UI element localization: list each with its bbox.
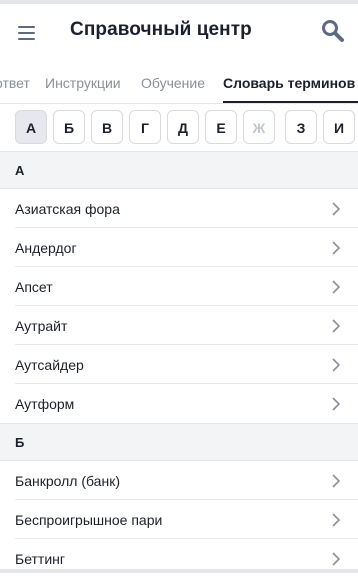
term-row[interactable]: Аутрайт [0, 306, 358, 345]
page-title: Справочный центр [70, 19, 252, 40]
term-label: Беспроигрышное пари [15, 512, 163, 528]
section-letter: Б [15, 435, 25, 450]
section-header-a: А [0, 151, 358, 189]
hamburger-menu-icon[interactable] [17, 22, 37, 44]
term-label: Апсет [15, 279, 53, 295]
term-label: Аутрайт [15, 318, 68, 334]
section-header-b: Б [0, 423, 358, 461]
term-row[interactable]: Беспроигрышное пари [0, 500, 358, 539]
chevron-right-icon [332, 241, 341, 255]
chevron-right-icon [332, 552, 341, 566]
chevron-right-icon [332, 319, 341, 333]
chevron-right-icon [332, 202, 341, 216]
letter-button-v[interactable]: В [91, 110, 123, 144]
tab-learning[interactable]: Обучение [141, 75, 205, 91]
letter-button-z[interactable]: З [285, 110, 317, 144]
term-row[interactable]: Аутсайдер [0, 345, 358, 384]
chevron-right-icon [332, 358, 341, 372]
term-label: Азиатская фора [15, 201, 120, 217]
alphabet-filter: А Б В Г Д Е Ж З И [0, 110, 358, 148]
term-row[interactable]: Банкролл (банк) [0, 461, 358, 500]
letter-button-i[interactable]: И [323, 110, 355, 144]
letter-button-e[interactable]: Е [205, 110, 237, 144]
chevron-right-icon [332, 474, 341, 488]
search-icon[interactable] [320, 18, 346, 44]
letter-button-d[interactable]: Д [167, 110, 199, 144]
chevron-right-icon [332, 280, 341, 294]
letter-button-g[interactable]: Г [129, 110, 161, 144]
tabs-bar: ответ Инструкции Обучение Словарь термин… [0, 64, 358, 104]
tabs-divider [0, 103, 358, 104]
term-label: Беттинг [15, 551, 65, 567]
term-label: Аутсайдер [15, 357, 84, 373]
term-label: Андердог [15, 240, 77, 256]
bottom-divider [0, 569, 358, 573]
tab-glossary[interactable]: Словарь терминов [223, 75, 355, 91]
chevron-right-icon [332, 513, 341, 527]
tab-answer[interactable]: ответ [0, 75, 30, 91]
letter-button-a[interactable]: А [15, 110, 47, 144]
letter-button-b[interactable]: Б [53, 110, 85, 144]
term-row[interactable]: Азиатская фора [0, 189, 358, 228]
app-header: Справочный центр [0, 4, 358, 60]
term-row[interactable]: Аутформ [0, 384, 358, 423]
term-row[interactable]: Андердог [0, 228, 358, 267]
chevron-right-icon [332, 397, 341, 411]
section-letter: А [15, 163, 25, 178]
term-label: Банкролл (банк) [15, 473, 120, 489]
term-label: Аутформ [15, 396, 75, 412]
term-row[interactable]: Апсет [0, 267, 358, 306]
letter-button-zh: Ж [243, 110, 275, 144]
tab-instructions[interactable]: Инструкции [45, 75, 121, 91]
